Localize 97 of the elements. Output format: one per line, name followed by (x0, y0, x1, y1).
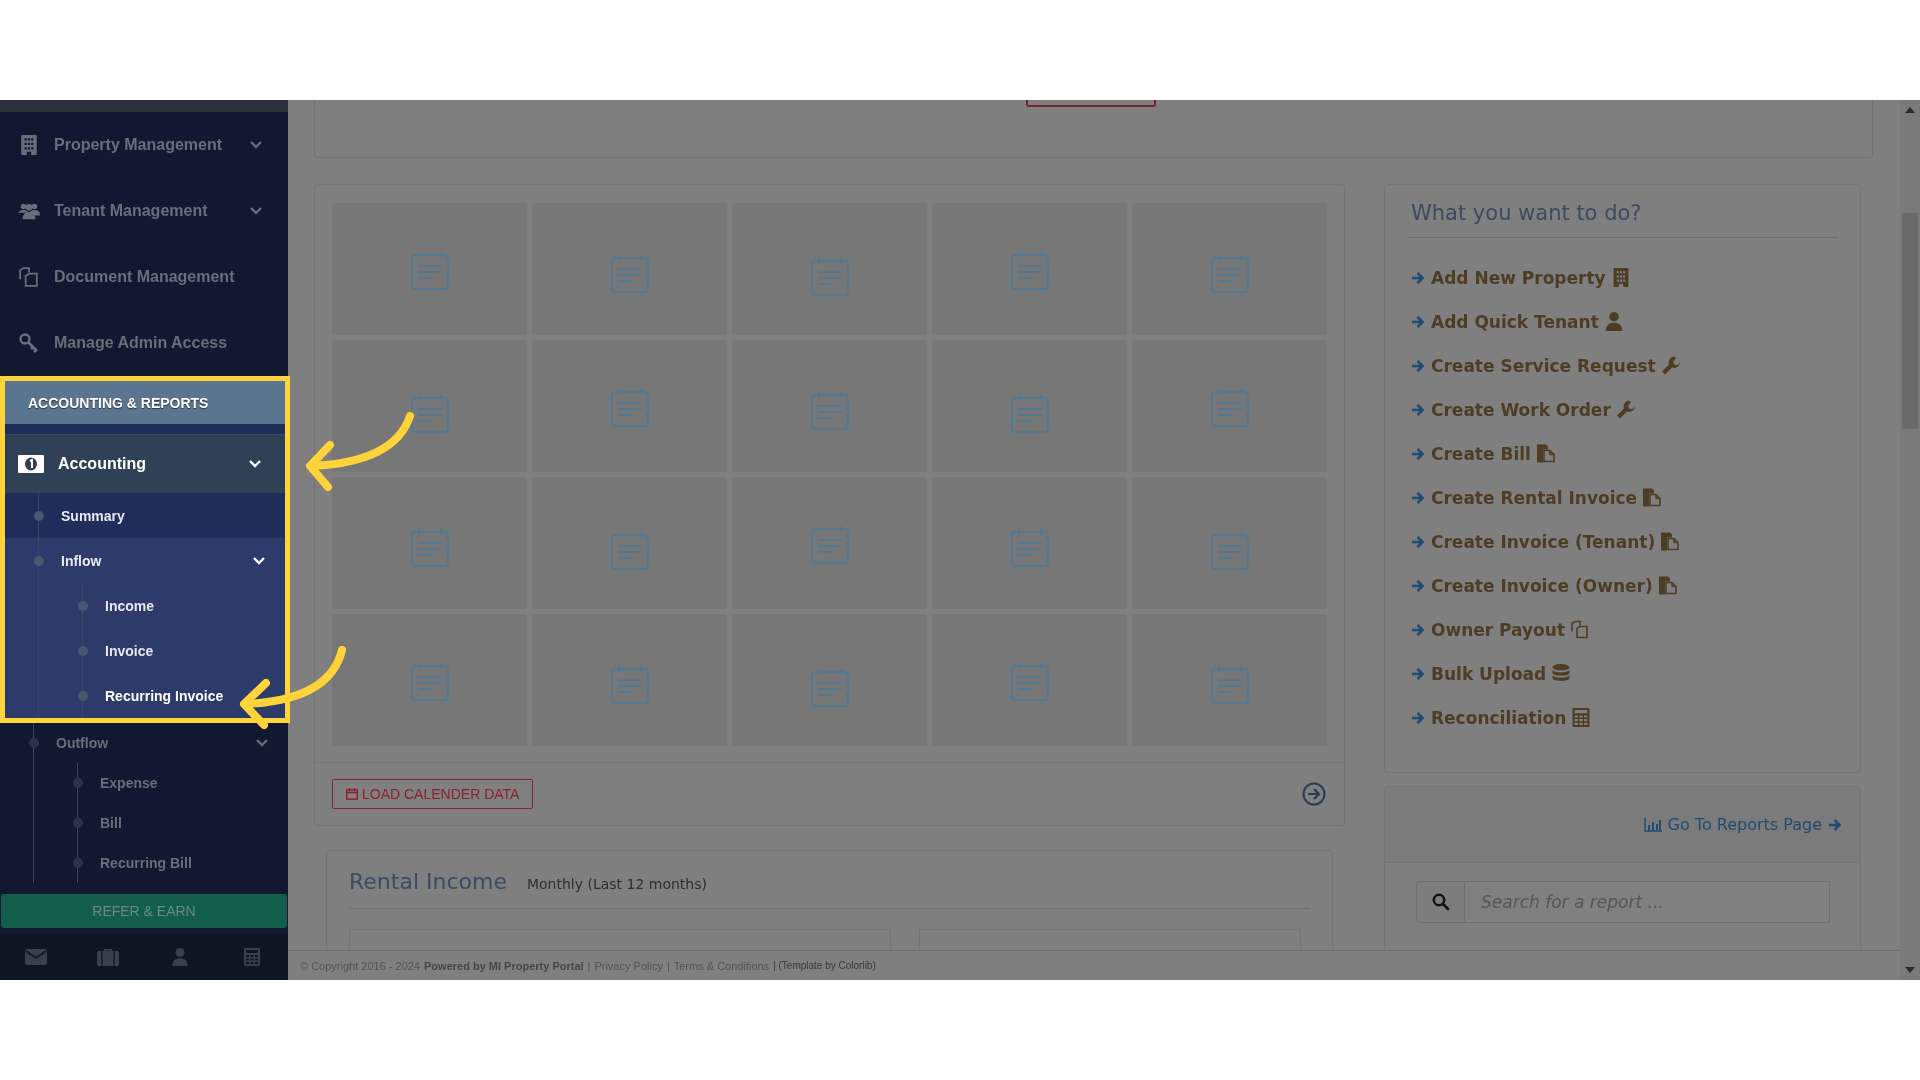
banknote-icon (18, 455, 44, 473)
submenu-item[interactable]: Invoice (5, 628, 285, 673)
chevron-down-icon (249, 460, 261, 468)
action-link[interactable]: Owner Payout (1411, 617, 1838, 642)
person-icon (1604, 312, 1623, 331)
search-icon (1431, 893, 1450, 911)
calendar-icon (1209, 254, 1250, 294)
action-link[interactable]: Add Quick Tenant (1411, 309, 1838, 334)
arrow-right-icon (1411, 578, 1425, 593)
arrow-right-icon (1411, 314, 1425, 329)
credit-text: | (Template by Colorlib) (773, 960, 876, 971)
card-title: What you want to do? (1407, 201, 1838, 238)
calendar-icon (409, 528, 450, 568)
person-icon[interactable] (169, 948, 191, 966)
arrow-right-icon (1411, 666, 1425, 681)
building-icon (18, 135, 40, 155)
calendar-icon (809, 668, 850, 708)
calendar-icon (809, 525, 850, 565)
scroll-up-icon[interactable] (1905, 107, 1915, 113)
calendar-icon (609, 665, 650, 705)
submenu-item[interactable]: Inflow (5, 538, 285, 583)
calendar-icon (409, 662, 450, 702)
calendar-icon (609, 531, 650, 571)
arrow-circle-icon[interactable] (1302, 782, 1326, 806)
calendar-icon (1009, 662, 1050, 702)
menu-item[interactable]: Accounting (5, 434, 285, 493)
submenu-item[interactable]: Recurring Invoice (5, 673, 285, 718)
calculator-icon[interactable] (241, 948, 263, 966)
calendar-icon (1009, 251, 1050, 291)
calculator-icon (1572, 708, 1591, 727)
wrench-icon (1616, 400, 1635, 419)
arrow-right-icon (1828, 817, 1842, 832)
arrow-right-icon (1411, 534, 1425, 549)
action-link[interactable]: Create Service Request (1411, 353, 1838, 378)
wrench-icon (1661, 356, 1680, 375)
refer-button[interactable]: REFER & EARN (1, 894, 287, 928)
calendar-icon (809, 391, 850, 431)
building-icon (1611, 268, 1630, 287)
chevron-down-icon (250, 141, 262, 149)
scroll-down-icon[interactable] (1905, 967, 1915, 973)
briefcase-icon[interactable] (97, 948, 119, 966)
menu-item[interactable]: Tenant Management (0, 178, 288, 244)
documents-icon (1536, 444, 1555, 463)
search-button[interactable] (1416, 881, 1465, 923)
arrow-right-icon (1411, 622, 1425, 637)
documents-icon (1658, 576, 1677, 595)
arrow-right-icon (1411, 710, 1425, 725)
calendar-icon (409, 394, 450, 434)
action-link[interactable]: Create Bill (1411, 441, 1838, 466)
calendar-icon (809, 257, 850, 297)
calendar-icon (1009, 528, 1050, 568)
documents-icon (1643, 488, 1662, 507)
chevron-down-icon (256, 739, 268, 747)
arrow-right-icon (1411, 402, 1425, 417)
section-heading: ACCOUNTING & REPORTS (5, 381, 285, 424)
copy-icon (1571, 620, 1590, 639)
calendar-icon (609, 388, 650, 428)
key-icon (18, 333, 40, 353)
arrow-right-icon (1411, 358, 1425, 373)
card-subtitle: Monthly (Last 12 months) (526, 876, 707, 892)
copy-icon (18, 267, 40, 287)
menu-item[interactable]: Property Management (0, 112, 288, 178)
menu-item[interactable]: Document Management (0, 244, 288, 310)
reports-link[interactable]: Go To Reports Page (1643, 815, 1842, 834)
separator-text: | (666, 959, 670, 972)
people-icon (18, 201, 40, 221)
calendar-icon (1209, 388, 1250, 428)
action-link[interactable]: Reconciliation (1411, 705, 1838, 730)
action-link[interactable]: Bulk Upload (1411, 661, 1838, 686)
calendar-icon (1009, 394, 1050, 434)
arrow-right-icon (1411, 490, 1425, 505)
arrow-right-icon (1411, 270, 1425, 285)
separator-text: | (587, 959, 591, 972)
action-link[interactable]: Create Rental Invoice (1411, 485, 1838, 510)
action-link[interactable]: Add New Property (1411, 265, 1838, 290)
load-calendar-button[interactable]: LOAD CALENDER DATA (332, 779, 534, 809)
menu-item[interactable]: Manage Admin Access (0, 310, 288, 376)
card-title: Rental Income (349, 869, 507, 894)
calendar-icon (1209, 531, 1250, 571)
envelope-icon[interactable] (25, 948, 47, 966)
action-link[interactable]: Create Invoice (Owner) (1411, 573, 1838, 598)
calendar-icon (409, 251, 450, 291)
chevron-down-icon (250, 207, 262, 215)
chevron-down-icon (253, 556, 265, 565)
submenu-item[interactable]: Income (5, 583, 285, 628)
scrollbar[interactable] (1900, 100, 1920, 980)
calendar-icon (609, 254, 650, 294)
button[interactable] (1026, 100, 1156, 107)
powered-by-link[interactable]: Powered by MI Property Portal (424, 959, 584, 972)
documents-icon (1661, 532, 1680, 551)
database-icon (1552, 664, 1571, 683)
calendar-icon (346, 788, 358, 800)
calendar-icon (1209, 665, 1250, 705)
action-link[interactable]: Create Invoice (Tenant) (1411, 529, 1838, 554)
arrow-right-icon (1411, 446, 1425, 461)
action-link[interactable]: Create Work Order (1411, 397, 1838, 422)
bar-chart-icon (1643, 817, 1662, 832)
